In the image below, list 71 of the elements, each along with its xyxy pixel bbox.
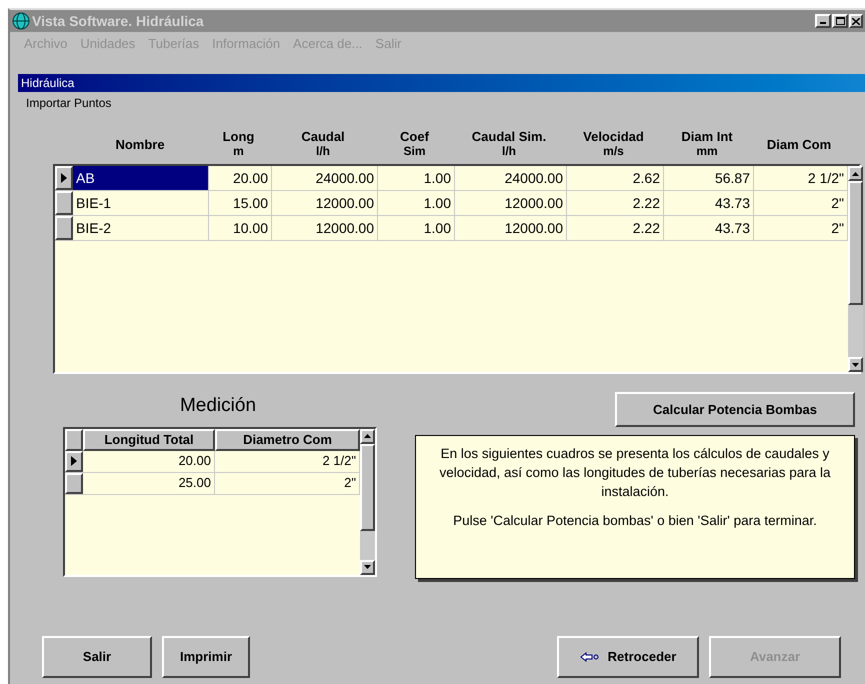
window-title: Vista Software. Hidráulica (32, 12, 204, 30)
section-title: Medición (180, 394, 256, 418)
maximize-button[interactable] (832, 14, 848, 28)
subwindow-title: Hidráulica (21, 75, 74, 92)
table-cell: 24000.00 (272, 166, 378, 190)
column-unit: mm (696, 144, 718, 159)
current-row-icon (71, 456, 77, 466)
table-cell: 10.00 (209, 216, 272, 240)
table-cell: 12000.00 (272, 216, 378, 240)
close-button[interactable] (849, 14, 863, 28)
note-paragraph: En los siguientes cuadros se presenta los cálculos de caudales y velocidad, así como las longitudes de tuberías necesarias para la instalación. (438, 445, 832, 501)
table-cell: 2.22 (567, 216, 664, 240)
globe-icon (12, 12, 30, 30)
maximize-icon (836, 17, 844, 25)
row-indicator[interactable] (65, 472, 83, 494)
scrollbar[interactable] (360, 428, 375, 574)
table-cell: 15.00 (209, 191, 272, 215)
action-button[interactable]: Retroceder (557, 636, 699, 678)
column-header: Velocidad (583, 129, 644, 144)
column-header: Diam Com (766, 136, 832, 152)
minimize-icon (820, 22, 826, 24)
column-unit: l/h (316, 144, 330, 159)
row-indicator[interactable] (55, 216, 73, 240)
table-cell: 1.00 (378, 216, 455, 240)
table-cell: AB (73, 166, 209, 190)
table-cell: 56.87 (664, 166, 754, 190)
table-cell: 43.73 (664, 191, 754, 215)
table-cell: BIE-2 (73, 216, 209, 240)
table-cell: 1.00 (378, 166, 455, 190)
table-cell: BIE-1 (73, 191, 209, 215)
action-button[interactable]: Imprimir (162, 636, 250, 678)
corner-header (65, 428, 83, 450)
up-arrow-icon (852, 172, 859, 176)
table-cell: 20.00 (83, 450, 215, 472)
column-header: Diam Int (681, 129, 733, 144)
close-icon (852, 18, 860, 24)
left-arrow-icon (580, 652, 600, 662)
column-header: Coef (400, 129, 429, 144)
row-indicator[interactable] (65, 450, 83, 472)
table-cell: 12000.00 (272, 191, 378, 215)
table-cell: 25.00 (83, 472, 215, 494)
column-unit: m (233, 144, 244, 159)
minimize-button[interactable] (815, 14, 831, 28)
column-unit: m/s (603, 144, 624, 159)
action-button[interactable]: Salir (42, 636, 152, 678)
row-indicator[interactable] (55, 166, 73, 190)
up-arrow-icon (364, 434, 371, 438)
current-row-icon (61, 173, 67, 183)
note-paragraph: Pulse 'Calcular Potencia bombas' o bien 'Salir' para terminar. (452, 512, 818, 530)
table-cell: 20.00 (209, 166, 272, 190)
table-cell: 12000.00 (455, 216, 567, 240)
column-header: Long (222, 129, 254, 144)
table-cell: 2.22 (567, 191, 664, 215)
column-header: Caudal Sim. (472, 129, 546, 144)
column-header: Longitud Total (83, 428, 215, 450)
column-unit: Sim (403, 144, 426, 159)
table-cell: 2.62 (567, 166, 664, 190)
table-cell: 1.00 (378, 191, 455, 215)
scrollbar[interactable] (848, 166, 863, 372)
column-header: Diametro Com (215, 428, 360, 450)
down-arrow-icon (852, 362, 859, 366)
calculate-pumps-button[interactable]: Calcular Potencia Bombas (615, 392, 855, 427)
down-arrow-icon (364, 565, 371, 569)
table-cell: 43.73 (664, 216, 754, 240)
column-header: Nombre (115, 136, 165, 152)
menu-item[interactable]: Importar Puntos (26, 94, 112, 112)
column-header: Caudal (301, 129, 345, 144)
table-cell: 24000.00 (455, 166, 567, 190)
row-indicator[interactable] (55, 191, 73, 215)
column-unit: l/h (502, 144, 516, 159)
table-cell: 12000.00 (455, 191, 567, 215)
